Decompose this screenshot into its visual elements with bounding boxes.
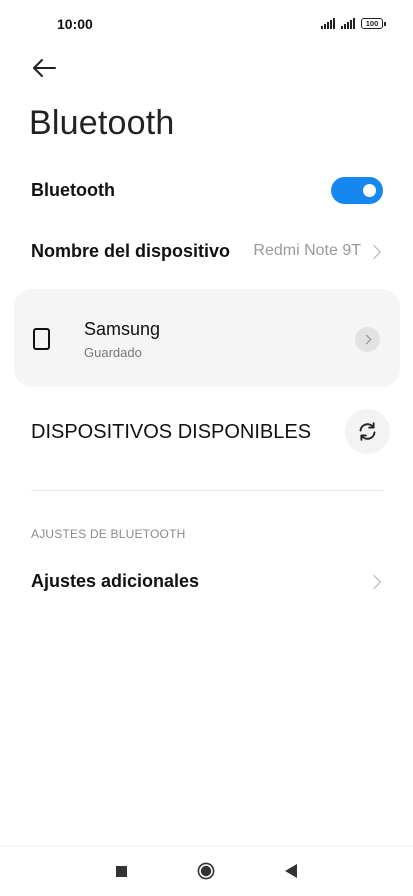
status-icons: 100 <box>321 17 386 29</box>
chevron-right-icon <box>361 334 372 344</box>
refresh-button[interactable] <box>345 409 390 454</box>
bluetooth-toggle[interactable] <box>331 177 383 204</box>
device-name: Samsung <box>84 319 161 339</box>
divider <box>31 490 383 491</box>
signal-icon <box>321 17 335 29</box>
chevron-right-icon <box>366 574 382 590</box>
page-title: Bluetooth <box>29 104 175 142</box>
chevron-right-icon <box>366 244 382 260</box>
back-icon[interactable] <box>285 864 297 878</box>
recent-apps-icon[interactable] <box>116 866 127 877</box>
status-bar: 10:00 100 <box>0 0 413 46</box>
navigation-bar <box>0 846 413 896</box>
battery-icon: 100 <box>361 18 386 29</box>
device-status: Guardado <box>84 345 142 360</box>
device-details-button[interactable] <box>355 327 380 352</box>
back-button[interactable] <box>28 52 62 86</box>
paired-device-samsung[interactable]: Samsung Guardado <box>14 289 400 387</box>
available-devices-heading: DISPOSITIVOS DISPONIBLES <box>31 421 312 443</box>
device-name-value: Redmi Note 9T <box>253 242 361 259</box>
additional-settings-row[interactable]: Ajustes adicionales <box>31 571 199 592</box>
bluetooth-toggle-label: Bluetooth <box>31 180 115 200</box>
toggle-knob <box>363 184 376 197</box>
device-name-row[interactable]: Nombre del dispositivo <box>31 241 230 262</box>
signal-icon-2 <box>341 17 355 29</box>
status-time: 10:00 <box>57 16 93 32</box>
home-icon[interactable] <box>197 862 215 880</box>
bluetooth-settings-caption: AJUSTES DE BLUETOOTH <box>31 527 186 541</box>
back-arrow-icon <box>33 59 56 77</box>
refresh-icon <box>359 422 376 441</box>
phone-icon <box>33 328 50 350</box>
